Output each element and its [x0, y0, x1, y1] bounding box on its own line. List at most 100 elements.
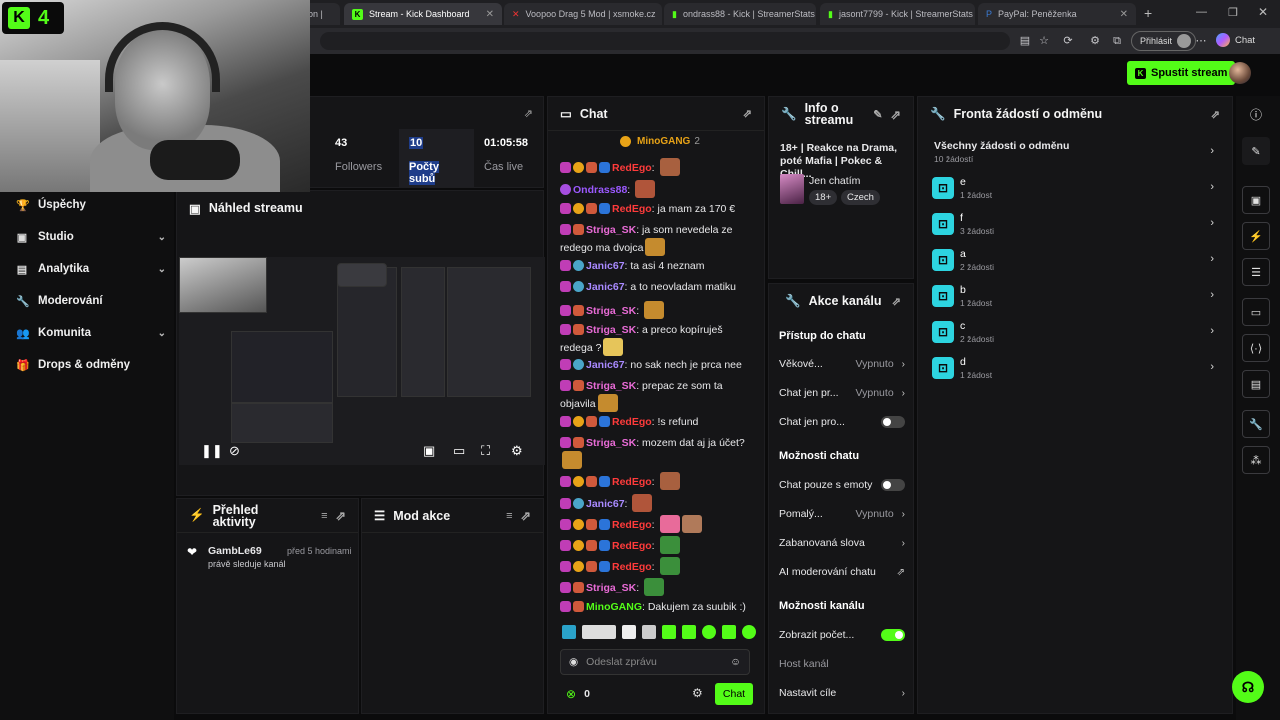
emote-icon[interactable]: [562, 625, 576, 639]
emote-icon[interactable]: [742, 625, 756, 639]
chat-username[interactable]: Striga_SK: [586, 305, 636, 317]
edit-layout-button[interactable]: ✎: [1242, 137, 1270, 165]
tab-streamerstats-2[interactable]: ▮jasont7799 - Kick | StreamerStats✕: [820, 3, 975, 25]
channel-actions-widget-button[interactable]: 🔧: [1242, 410, 1270, 438]
emote-icon[interactable]: [682, 625, 696, 639]
emote-icon[interactable]: [722, 625, 736, 639]
chat-username[interactable]: RedEgo: [612, 162, 652, 174]
address-bar[interactable]: [320, 32, 1010, 50]
tab-paypal[interactable]: P PayPal: Peněženka ✕: [978, 3, 1136, 25]
banned-words-row[interactable]: Zabanovaná slova ›: [779, 534, 905, 552]
reward-row[interactable]: ⊡ b 1 žádost ›: [932, 281, 1214, 311]
reward-row[interactable]: ⊡ e 1 žádost ›: [932, 173, 1214, 203]
nav-item-moderation[interactable]: 🔧 Moderování: [16, 291, 166, 311]
stream-preview-widget-button[interactable]: ⟨·⟩: [1242, 334, 1270, 362]
chat-username[interactable]: Striga_SK: [586, 324, 636, 336]
signin-button[interactable]: Přihlásit: [1131, 31, 1197, 51]
chat-username[interactable]: Striga_SK: [586, 224, 636, 236]
filter-icon[interactable]: ≡: [506, 510, 512, 522]
tab-streamerstats-1[interactable]: ▮ ondrass88 - Kick | StreamerStats ✕: [664, 3, 816, 25]
all-rewards-row[interactable]: Všechny žádosti o odměnu 10 žádostí ›: [932, 137, 1214, 167]
popout-icon[interactable]: ⇗: [524, 107, 533, 120]
chat-username[interactable]: RedEgo: [612, 540, 652, 552]
channel-points[interactable]: ⊗ 0: [566, 687, 590, 701]
chat-username[interactable]: Ondrass88: [573, 184, 627, 196]
reward-row[interactable]: ⊡ f 3 žádosti ›: [932, 209, 1214, 239]
reader-icon[interactable]: ▤: [1018, 34, 1032, 48]
go-live-button[interactable]: K Spustit stream: [1127, 61, 1236, 85]
profile-avatar[interactable]: [1229, 62, 1251, 84]
ai-moderation-row[interactable]: AI moderování chatu ⇗: [779, 563, 905, 581]
chat-username[interactable]: Janic67: [586, 281, 625, 293]
modactions-widget-button[interactable]: ☰: [1242, 258, 1270, 286]
pause-icon[interactable]: ❚❚: [201, 443, 223, 459]
activity-widget-button[interactable]: ⚡: [1242, 222, 1270, 250]
reward-row[interactable]: ⊡ c 2 žádosti ›: [932, 317, 1214, 347]
stream-preview-video[interactable]: ❚❚ ⊘ ▣ ▭ ⛶ ⚙: [179, 257, 545, 465]
emotes-only-row[interactable]: Chat pouze s emoty: [779, 476, 905, 494]
emote-icon[interactable]: [582, 625, 616, 639]
host-channel-row[interactable]: Host kanál: [779, 655, 905, 673]
edit-pencil-icon[interactable]: ✎: [873, 108, 882, 121]
fullscreen-icon[interactable]: ⛶: [481, 443, 490, 459]
minimize-button[interactable]: —: [1196, 6, 1207, 18]
subscribers-only-row[interactable]: Chat jen pro...: [779, 413, 905, 431]
chat-username[interactable]: Striga_SK: [586, 437, 636, 449]
chat-widget-button[interactable]: ▭: [1242, 298, 1270, 326]
close-window-button[interactable]: ✕: [1258, 5, 1268, 19]
settings-gear-icon[interactable]: ⚙: [511, 443, 523, 459]
new-tab-button[interactable]: +: [1144, 5, 1152, 21]
extensions-icon[interactable]: ⚙: [1088, 34, 1102, 48]
info-widget-button[interactable]: ▤: [1242, 370, 1270, 398]
chat-username[interactable]: Striga_SK: [586, 380, 636, 392]
chat-username[interactable]: RedEgo: [612, 203, 652, 215]
nav-item-analytics[interactable]: ▤ Analytika ⌄: [16, 259, 166, 279]
chat-username[interactable]: RedEgo: [612, 416, 652, 428]
followers-only-row[interactable]: Chat jen pr... Vypnuto ›: [779, 384, 905, 402]
emote-icon[interactable]: [702, 625, 716, 639]
send-chat-button[interactable]: Chat: [715, 683, 753, 705]
chat-username[interactable]: RedEgo: [612, 476, 652, 488]
reward-row[interactable]: ⊡ a 2 žádosti ›: [932, 245, 1214, 275]
info-icon[interactable]: ⓘ: [1250, 106, 1262, 123]
emote-icon[interactable]: [622, 625, 636, 639]
chat-username[interactable]: Janic67: [586, 498, 625, 510]
show-count-toggle[interactable]: [881, 629, 905, 641]
age-restriction-row[interactable]: Věkové... Vypnuto ›: [779, 355, 905, 373]
nav-item-achievements[interactable]: 🏆 Úspěchy: [16, 195, 166, 215]
rewards-widget-button[interactable]: ⁂: [1242, 446, 1270, 474]
popout-icon[interactable]: ⇗: [892, 295, 901, 308]
theater-icon[interactable]: ▭: [453, 443, 465, 459]
filter-icon[interactable]: ≡: [321, 510, 327, 522]
emoji-picker-icon[interactable]: ☺: [730, 656, 741, 668]
chat-input[interactable]: ◉ Odeslat zprávu ☺: [560, 649, 750, 675]
close-tab-icon[interactable]: ✕: [486, 9, 494, 20]
reward-row[interactable]: ⊡ d 1 žádost ›: [932, 353, 1214, 383]
chat-username[interactable]: Janic67: [586, 260, 625, 272]
nav-item-drops[interactable]: 🎁 Drops & odměny: [16, 355, 166, 375]
show-count-row[interactable]: Zobrazit počet...: [779, 626, 905, 644]
emotes-only-toggle[interactable]: [881, 479, 905, 491]
copilot-chat-button[interactable]: Chat: [1216, 33, 1255, 47]
maximize-button[interactable]: ❐: [1228, 6, 1238, 19]
popout-icon[interactable]: ⇗: [891, 107, 901, 122]
category-name[interactable]: Jen chatím: [809, 175, 860, 187]
popout-icon[interactable]: ⇗: [336, 508, 346, 523]
collections-icon[interactable]: ⧉: [1110, 34, 1124, 48]
more-menu-icon[interactable]: ⋯: [1194, 34, 1208, 48]
emote-icon[interactable]: [662, 625, 676, 639]
close-tab-icon[interactable]: ✕: [661, 9, 662, 20]
chat-username[interactable]: RedEgo: [612, 561, 652, 573]
slow-mode-row[interactable]: Pomalý... Vypnuto ›: [779, 505, 905, 523]
nav-item-community[interactable]: 👥 Komunita ⌄: [16, 323, 166, 343]
subscribers-only-toggle[interactable]: [881, 416, 905, 428]
popout-icon[interactable]: ⇗: [1211, 108, 1220, 121]
popout-icon[interactable]: ⇗: [521, 508, 531, 523]
tab-voopoo[interactable]: ✕ Voopoo Drag 5 Mod | xsmoke.cz ✕: [504, 3, 662, 25]
set-goals-row[interactable]: Nastavit cíle ›: [779, 684, 905, 702]
chat-username[interactable]: RedEgo: [612, 519, 652, 531]
pip-icon[interactable]: ▣: [423, 443, 435, 459]
chat-username[interactable]: MinoGANG: [586, 601, 642, 613]
help-support-button[interactable]: ☊: [1232, 671, 1264, 703]
close-tab-icon[interactable]: ✕: [1120, 9, 1128, 20]
